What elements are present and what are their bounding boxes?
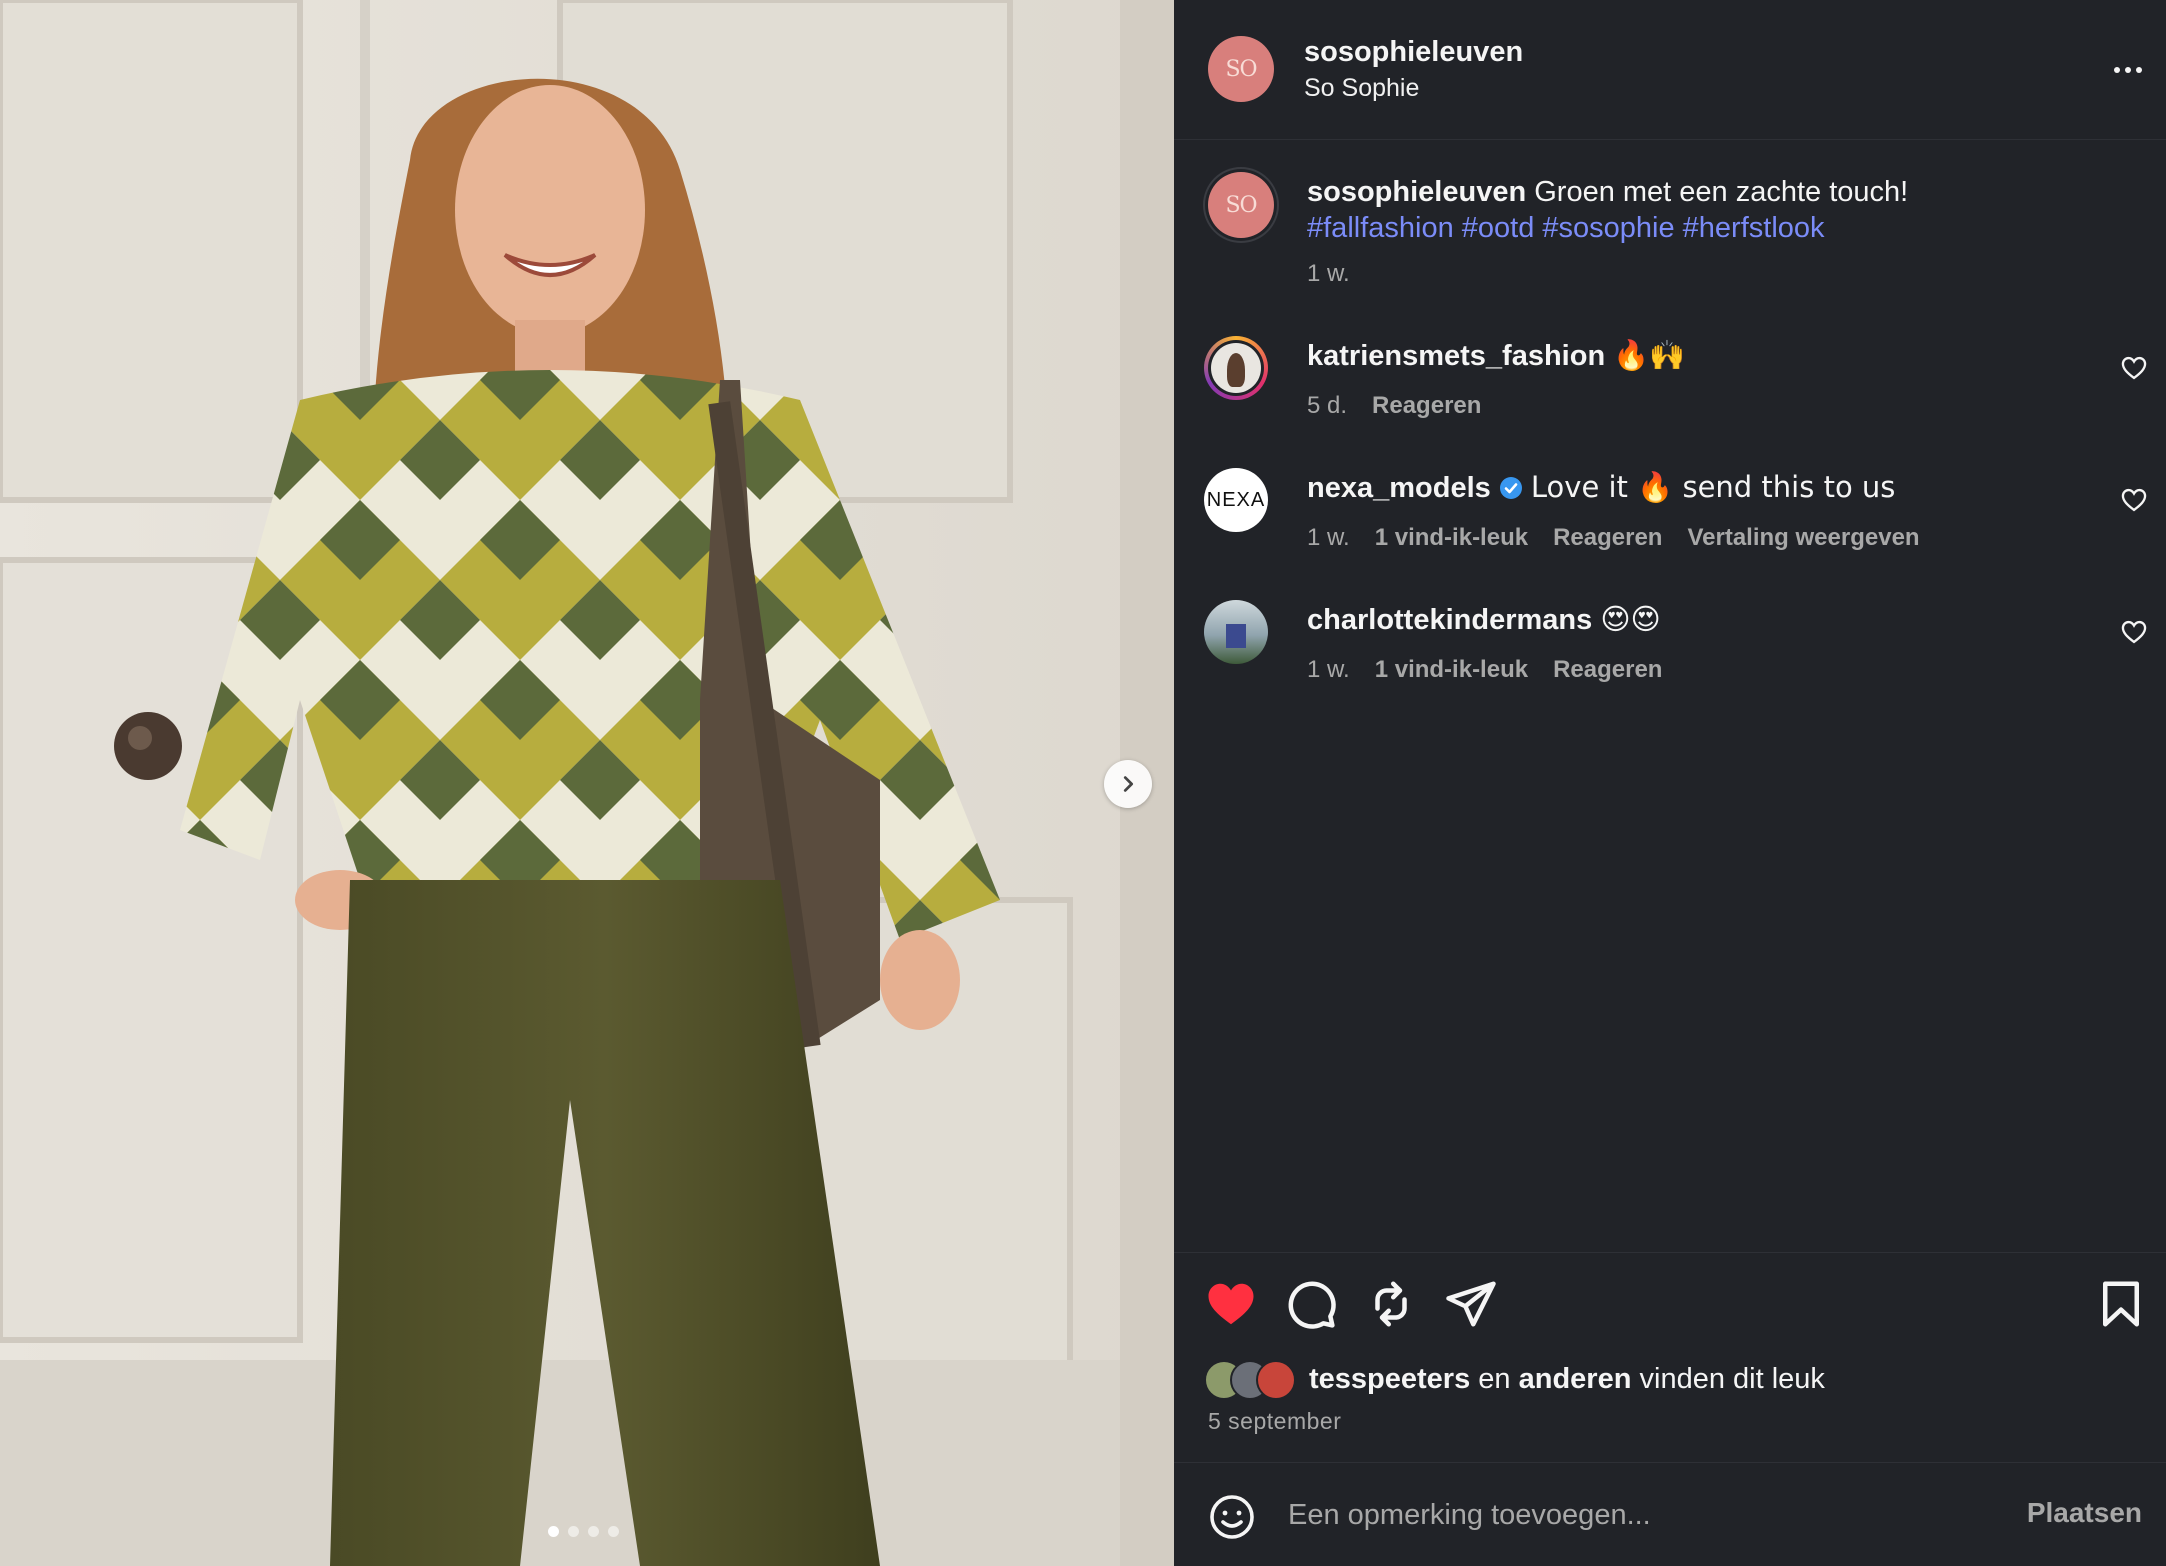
avatar[interactable]: SO: [1208, 36, 1274, 102]
comment-likes[interactable]: 1 vind-ik-leuk: [1375, 656, 1528, 684]
repost-icon[interactable]: [1364, 1277, 1418, 1331]
post-subtitle[interactable]: So Sophie: [1304, 74, 1419, 103]
bookmark-icon[interactable]: [2094, 1277, 2148, 1331]
avatar[interactable]: [1204, 336, 1268, 400]
caption-text: Groen met een zachte touch!: [1534, 176, 1909, 208]
comment-likes[interactable]: 1 vind-ik-leuk: [1375, 524, 1528, 552]
caption-username[interactable]: sosophieleuven: [1307, 176, 1526, 208]
likes-others-link[interactable]: anderen: [1519, 1363, 1632, 1395]
comment-text: Love it 🔥 send this to us: [1530, 470, 1896, 504]
liker-username[interactable]: tesspeeters: [1309, 1363, 1470, 1395]
heart-outline-icon[interactable]: [2120, 354, 2148, 382]
comment: katriensmets_fashion 🔥🙌: [1307, 337, 1685, 374]
caption-hashtags[interactable]: #fallfashion #ootd #sosophie #herfstlook: [1307, 212, 1825, 244]
post-media[interactable]: [0, 0, 1174, 1566]
comment-input[interactable]: [1288, 1485, 1988, 1545]
comment-time[interactable]: 1 w.: [1307, 656, 1350, 684]
comment-time[interactable]: 1 w.: [1307, 524, 1350, 552]
caption-meta: 1 w.: [1307, 260, 1350, 288]
comment: charlottekindermans 😍😍: [1307, 601, 1661, 638]
comment-time[interactable]: 5 d.: [1307, 392, 1347, 420]
post-comment-button[interactable]: Plaatsen: [2027, 1497, 2142, 1529]
comment-username[interactable]: katriensmets_fashion: [1307, 340, 1605, 372]
liker-avatars[interactable]: [1204, 1360, 1304, 1400]
emoji-icon[interactable]: [1208, 1493, 1256, 1541]
carousel-indicator: [548, 1526, 619, 1537]
reply-button[interactable]: Reageren: [1372, 392, 1481, 420]
comment-meta: 5 d. Reageren: [1307, 392, 1481, 420]
comment-username[interactable]: charlottekindermans: [1307, 604, 1592, 636]
caption-time[interactable]: 1 w.: [1307, 260, 1350, 288]
comment-username[interactable]: nexa_models: [1307, 472, 1491, 504]
carousel-dot: [568, 1526, 579, 1537]
post-details-panel: SO sosophieleuven So Sophie SO sosophiel…: [1174, 0, 2166, 1566]
more-options-button[interactable]: [2106, 52, 2150, 88]
post-photo: [0, 0, 1174, 1566]
carousel-dot: [608, 1526, 619, 1537]
translate-button[interactable]: Vertaling weergeven: [1687, 524, 1919, 552]
verified-icon: [1499, 477, 1522, 499]
heart-filled-icon[interactable]: [1204, 1277, 1258, 1331]
post-header: SO sosophieleuven So Sophie: [1174, 0, 2166, 140]
comment: nexa_models Love it 🔥 send this to us: [1307, 469, 1895, 506]
avatar[interactable]: [1204, 600, 1268, 664]
comment-meta: 1 w. 1 vind-ik-leuk Reageren: [1307, 656, 1662, 684]
carousel-dot: [548, 1526, 559, 1537]
chevron-right-icon: [1123, 776, 1134, 792]
caption: sosophieleuven Groen met een zachte touc…: [1307, 174, 2127, 246]
share-icon[interactable]: [1444, 1277, 1498, 1331]
post-username[interactable]: sosophieleuven: [1304, 36, 1523, 69]
avatar-initials: SO: [1225, 56, 1257, 82]
reply-button[interactable]: Reageren: [1553, 656, 1662, 684]
heart-outline-icon[interactable]: [2120, 618, 2148, 646]
comment-text: 😍😍: [1600, 602, 1661, 636]
carousel-dot: [588, 1526, 599, 1537]
avatar[interactable]: NEXA: [1204, 468, 1268, 532]
reply-button[interactable]: Reageren: [1553, 524, 1662, 552]
comment-meta: 1 w. 1 vind-ik-leuk Reageren Vertaling w…: [1307, 524, 1920, 552]
post-actions: tesspeeters en anderen vinden dit leuk 5…: [1174, 1252, 2166, 1462]
post-date[interactable]: 5 september: [1208, 1408, 1341, 1435]
heart-outline-icon[interactable]: [2120, 486, 2148, 514]
liked-by: tesspeeters en anderen vinden dit leuk: [1309, 1363, 1825, 1395]
caption-avatar[interactable]: SO: [1208, 172, 1274, 238]
next-image-button[interactable]: [1104, 760, 1152, 808]
more-icon: [2114, 67, 2120, 73]
add-comment-bar: Plaatsen: [1174, 1462, 2166, 1566]
comment-icon[interactable]: [1284, 1277, 1338, 1331]
comment-text: 🔥🙌: [1613, 338, 1686, 372]
avatar: [1256, 1360, 1296, 1400]
